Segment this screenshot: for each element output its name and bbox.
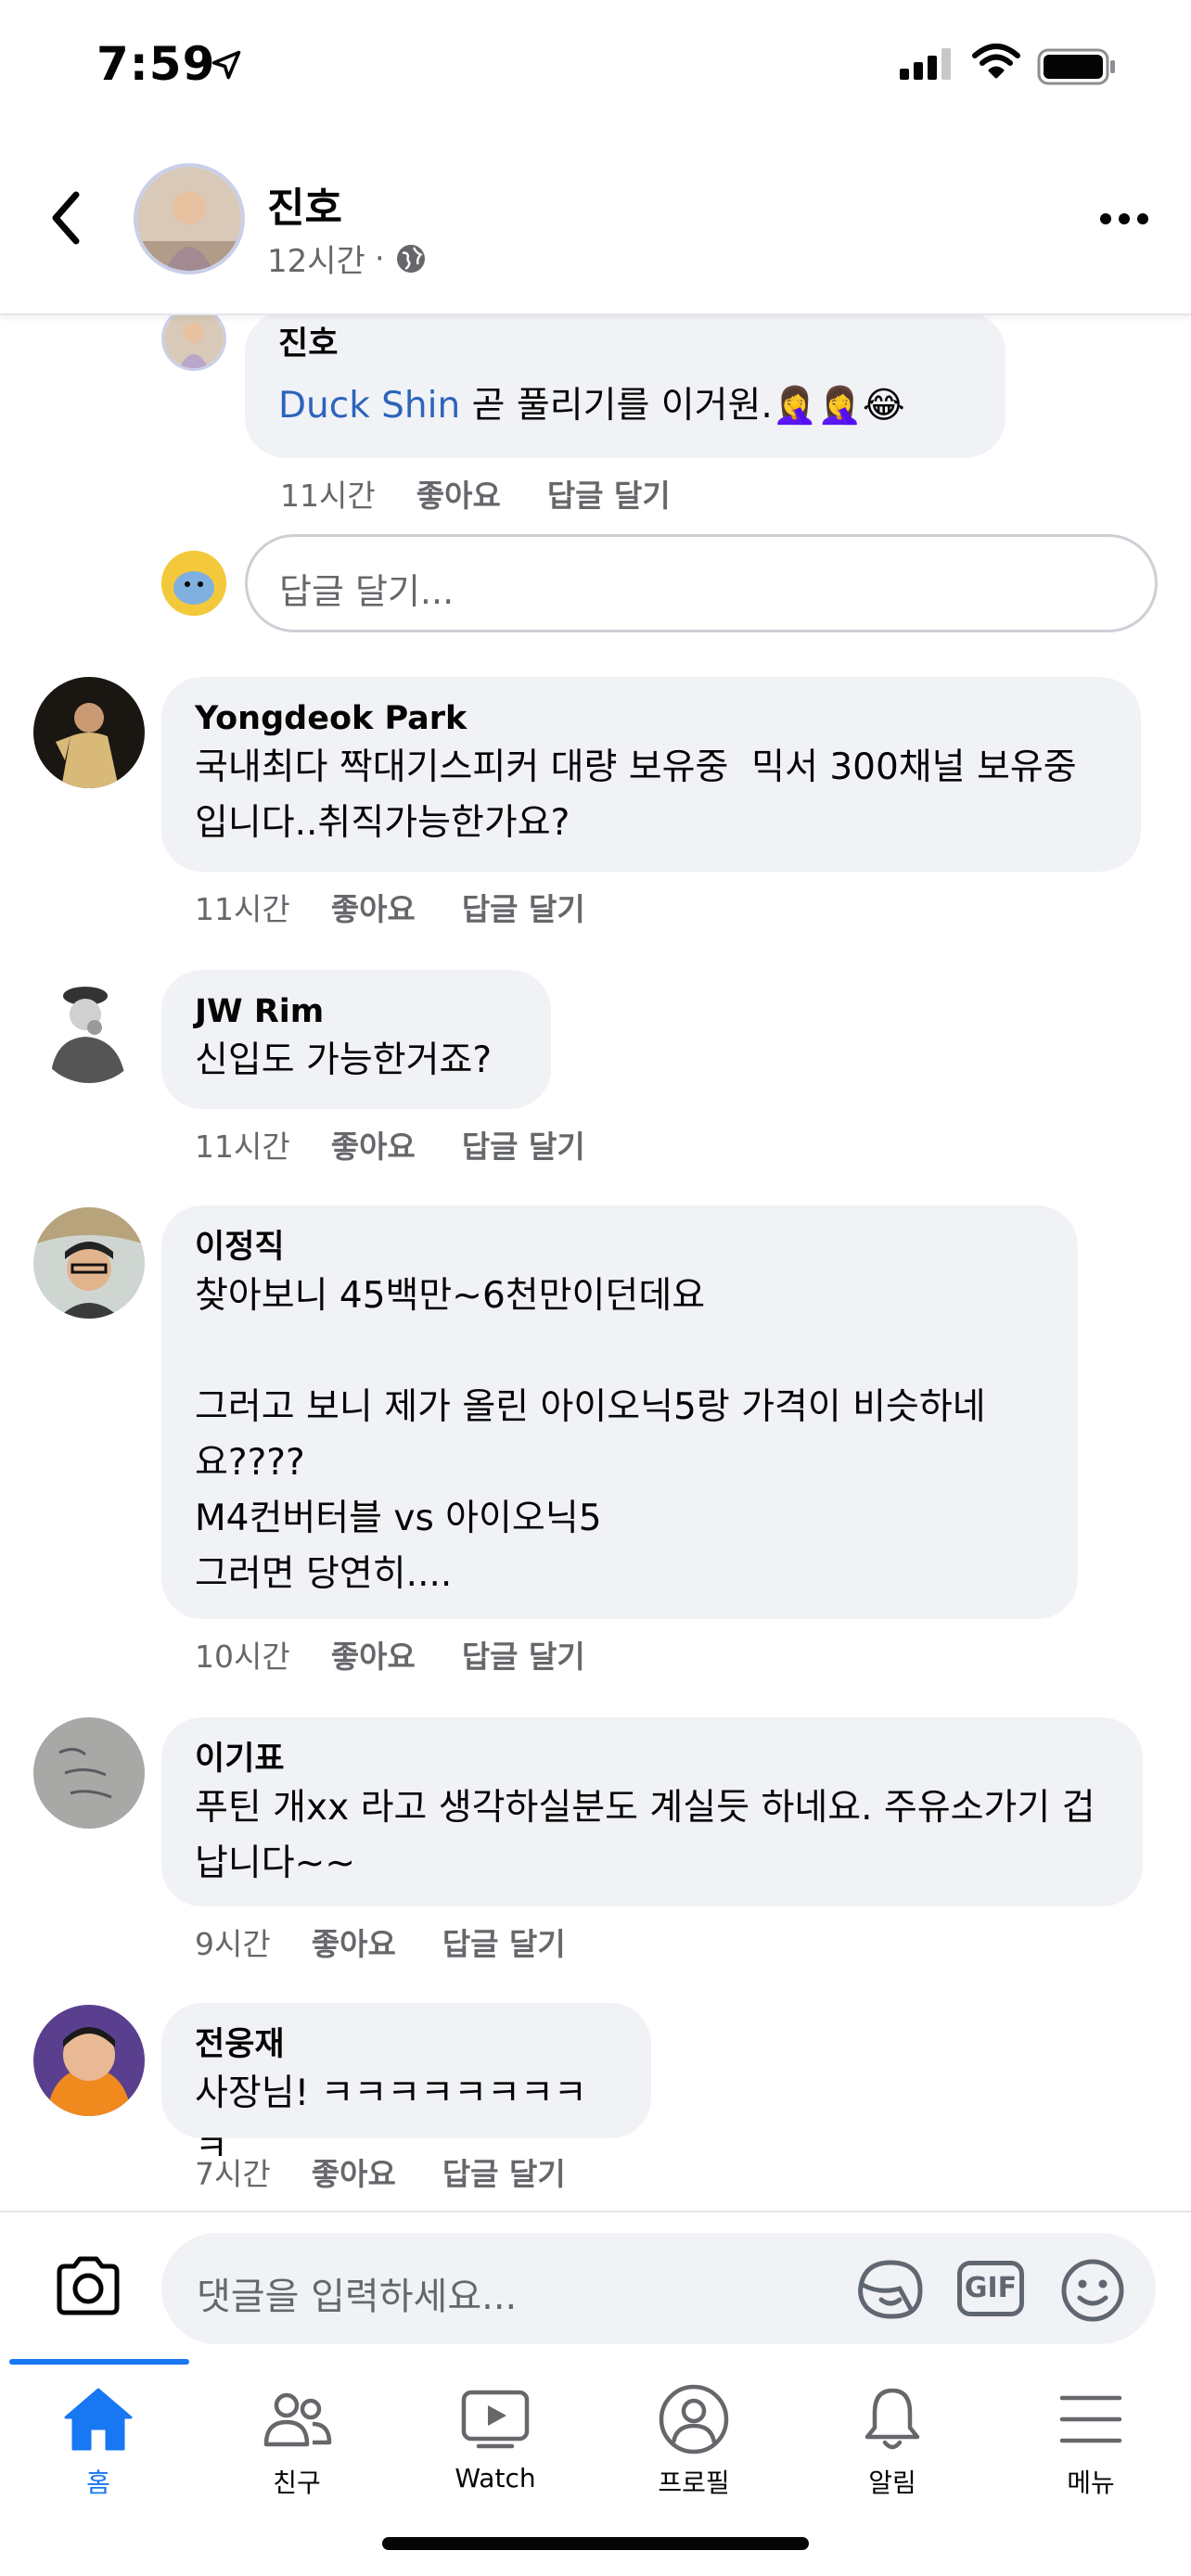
reply-bubble[interactable]: 진호 Duck Shin 곧 풀리기를 이거원.🤦‍♀️🤦‍♀️😂 xyxy=(245,312,1005,458)
gif-button[interactable]: GIF xyxy=(957,2261,1024,2316)
bell-icon xyxy=(864,2388,920,2450)
reply-button[interactable]: 답글 달기 xyxy=(442,1919,566,1964)
globe-icon xyxy=(396,244,425,273)
like-button[interactable]: 좋아요 xyxy=(312,1919,396,1964)
home-indicator xyxy=(382,2537,809,2550)
comment-text: 신입도 가능한거죠? xyxy=(195,1039,493,1081)
comment-actions: 10시간 좋아요 답글 달기 xyxy=(195,1632,632,1677)
status-bar: 7:59 xyxy=(0,0,1191,130)
comment-input-placeholder: 댓글을 입력하세요... xyxy=(197,2276,518,2318)
comment-time: 9시간 xyxy=(195,1926,271,1962)
reply-body: 곧 풀리기를 이거원.🤦‍♀️🤦‍♀️😂 xyxy=(460,385,905,427)
comment-actions: 11시간 좋아요 답글 달기 xyxy=(195,885,632,929)
friends-icon xyxy=(263,2392,332,2447)
comment-text: 국내최다 짝대기스피커 대량 보유중 믹서 300채널 보유중입니다..취직가능… xyxy=(195,746,1077,844)
back-button[interactable] xyxy=(45,187,91,249)
comment-bubble[interactable]: 이정직 찾아보니 45백만~6천만이던데요 그러고 보니 제가 올린 아이오닉5… xyxy=(161,1205,1078,1619)
meta-separator: · xyxy=(374,239,385,277)
comment-text: 푸틴 개xx 라고 생각하실분도 계실듯 하네요. 주유소가기 겁납니다~~ xyxy=(195,1787,1095,1884)
comment-input[interactable]: 댓글을 입력하세요... GIF xyxy=(161,2233,1156,2344)
menu-icon xyxy=(1059,2395,1122,2443)
tab-label: Watch xyxy=(455,2463,536,2493)
reply-button[interactable]: 답글 달기 xyxy=(462,1632,585,1677)
reply-text: Duck Shin 곧 풀리기를 이거원.🤦‍♀️🤦‍♀️😂 xyxy=(278,378,972,434)
watch-icon xyxy=(461,2390,530,2449)
home-icon xyxy=(64,2388,133,2451)
post-meta: 12시간 · xyxy=(267,236,428,281)
reply-button[interactable]: 답글 달기 xyxy=(547,471,671,516)
reply-input-placeholder: 답글 달기... xyxy=(279,571,455,612)
author-avatar[interactable] xyxy=(134,163,245,274)
like-button[interactable]: 좋아요 xyxy=(331,885,416,929)
comment-time: 11시간 xyxy=(195,891,290,927)
comment-time: 11시간 xyxy=(195,1129,290,1165)
commenter-avatar[interactable] xyxy=(33,1207,145,1319)
comment-bubble[interactable]: 전웅재 사장님! ㅋㅋㅋㅋㅋㅋㅋㅋㅋ xyxy=(161,2003,651,2170)
comment-actions: 11시간 좋아요 답글 달기 xyxy=(195,1122,632,1167)
post-header: 진호 12시간 · xyxy=(0,130,1191,315)
commenter-avatar[interactable] xyxy=(33,972,145,1083)
comment-actions: 7시간 좋아요 답글 달기 xyxy=(195,2149,612,2194)
reply-button[interactable]: 답글 달기 xyxy=(442,2149,566,2194)
emoji-icon[interactable] xyxy=(1059,2257,1126,2324)
reply-avatar[interactable] xyxy=(161,306,226,371)
comment-author[interactable]: 이기표 xyxy=(195,1738,1109,1780)
like-button[interactable]: 좋아요 xyxy=(331,1632,416,1677)
reply-actions: 11시간 좋아요 답글 달기 xyxy=(280,471,717,516)
active-tab-indicator xyxy=(9,2359,189,2365)
tab-home[interactable]: 홈 xyxy=(24,2381,173,2511)
like-button[interactable]: 좋아요 xyxy=(416,471,501,516)
comment-bubble[interactable]: 이기표 푸틴 개xx 라고 생각하실분도 계실듯 하네요. 주유소가기 겁납니다… xyxy=(161,1717,1143,1906)
comment-author[interactable]: Yongdeok Park xyxy=(195,697,1108,740)
battery-icon xyxy=(1037,48,1115,85)
commenter-avatar[interactable] xyxy=(33,677,145,788)
reply-button[interactable]: 답글 달기 xyxy=(462,1122,585,1167)
tab-label: 알림 xyxy=(868,2468,916,2498)
tab-label: 홈 xyxy=(86,2468,110,2498)
reply-button[interactable]: 답글 달기 xyxy=(462,885,585,929)
sticker-icon[interactable] xyxy=(855,2257,926,2322)
cellular-signal-icon xyxy=(900,48,951,80)
more-options-button[interactable] xyxy=(1098,208,1150,230)
reply-author[interactable]: 진호 xyxy=(278,323,972,365)
mention-link[interactable]: Duck Shin xyxy=(278,385,460,427)
camera-icon[interactable] xyxy=(54,2255,122,2316)
location-arrow-icon xyxy=(211,50,241,80)
post-time: 12시간 xyxy=(267,243,365,280)
comment-time: 10시간 xyxy=(195,1639,290,1675)
comment-text: 찾아보니 45백만~6천만이던데요 그러고 보니 제가 올린 아이오닉5랑 가격… xyxy=(195,1275,986,1595)
tab-friends[interactable]: 친구 xyxy=(223,2381,371,2511)
comment-author[interactable]: JW Rim xyxy=(195,990,518,1033)
commenter-avatar[interactable] xyxy=(33,1717,145,1829)
author-name[interactable]: 진호 xyxy=(267,174,342,234)
tab-notifications[interactable]: 알림 xyxy=(818,2381,967,2511)
reply-time: 11시간 xyxy=(280,478,376,514)
like-button[interactable]: 좋아요 xyxy=(312,2149,396,2194)
comment-actions: 9시간 좋아요 답글 달기 xyxy=(195,1919,612,1964)
tab-label: 프로필 xyxy=(658,2468,730,2498)
tab-label: 메뉴 xyxy=(1067,2468,1115,2498)
tab-watch[interactable]: Watch xyxy=(421,2381,570,2511)
profile-icon xyxy=(659,2384,729,2455)
comment-bubble[interactable]: JW Rim 신입도 가능한거죠? xyxy=(161,970,551,1109)
comment-author[interactable]: 이정직 xyxy=(195,1226,1044,1269)
tab-label: 친구 xyxy=(273,2468,321,2498)
tab-menu[interactable]: 메뉴 xyxy=(1017,2381,1165,2511)
comment-composer: 댓글을 입력하세요... GIF xyxy=(0,2211,1191,2359)
current-user-avatar xyxy=(161,551,226,616)
wifi-icon xyxy=(972,44,1020,79)
comment-bubble[interactable]: Yongdeok Park 국내최다 짝대기스피커 대량 보유중 믹서 300채… xyxy=(161,677,1141,872)
status-time: 7:59 xyxy=(96,37,216,91)
comment-time: 7시간 xyxy=(195,2156,271,2192)
tab-profile[interactable]: 프로필 xyxy=(620,2381,768,2511)
comment-author[interactable]: 전웅재 xyxy=(195,2023,618,2066)
commenter-avatar[interactable] xyxy=(33,2005,145,2116)
like-button[interactable]: 좋아요 xyxy=(331,1122,416,1167)
gif-label: GIF xyxy=(964,2272,1018,2304)
reply-input[interactable]: 답글 달기... xyxy=(245,534,1158,632)
